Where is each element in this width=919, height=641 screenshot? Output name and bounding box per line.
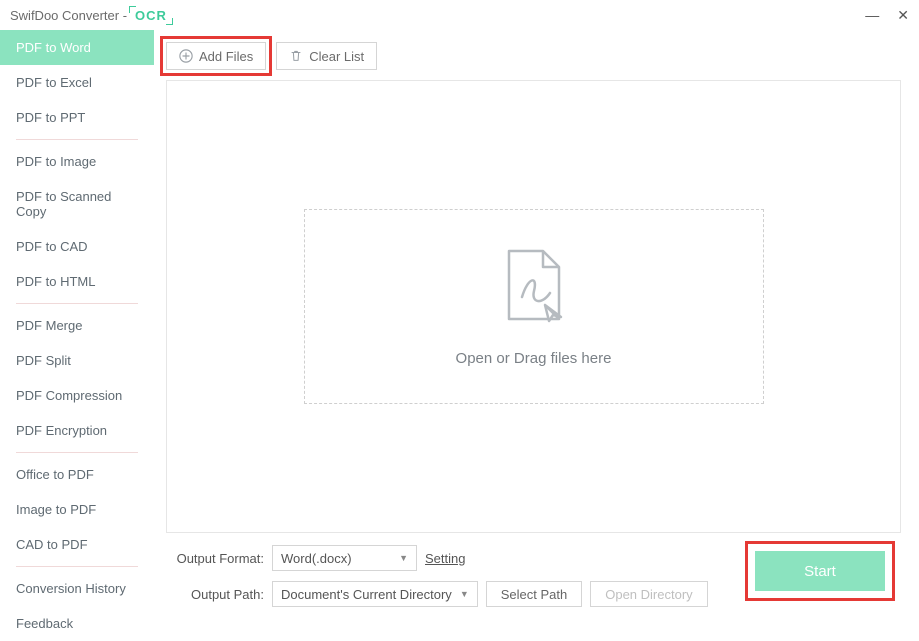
dropzone[interactable]: Open or Drag files here xyxy=(304,209,764,404)
sidebar-item-pdf-merge[interactable]: PDF Merge xyxy=(0,308,154,343)
output-format-value: Word(.docx) xyxy=(281,551,352,566)
sidebar-item-pdf-to-html[interactable]: PDF to HTML xyxy=(0,264,154,299)
highlight-add-files: Add Files xyxy=(166,42,266,70)
start-button[interactable]: Start xyxy=(755,551,885,591)
sidebar-item-image-to-pdf[interactable]: Image to PDF xyxy=(0,492,154,527)
plus-circle-icon xyxy=(179,49,193,63)
sidebar-separator xyxy=(16,452,138,453)
sidebar-item-conversion-history[interactable]: Conversion History xyxy=(0,571,154,606)
sidebar-item-pdf-to-ppt[interactable]: PDF to PPT xyxy=(0,100,154,135)
sidebar-separator xyxy=(16,139,138,140)
setting-link[interactable]: Setting xyxy=(425,551,465,566)
main-panel: Add Files Clear List xyxy=(154,30,919,619)
trash-icon xyxy=(289,49,303,63)
add-files-button[interactable]: Add Files xyxy=(166,42,266,70)
output-path-label: Output Path: xyxy=(166,587,264,602)
app-title: SwifDoo Converter - xyxy=(10,8,127,23)
sidebar-item-cad-to-pdf[interactable]: CAD to PDF xyxy=(0,527,154,562)
add-files-label: Add Files xyxy=(199,49,253,64)
output-format-select[interactable]: Word(.docx) ▼ xyxy=(272,545,417,571)
toolbar: Add Files Clear List xyxy=(166,42,901,70)
titlebar: SwifDoo Converter - OCR — ✕ xyxy=(0,0,919,30)
sidebar-separator xyxy=(16,303,138,304)
file-list-area[interactable]: Open or Drag files here xyxy=(166,80,901,533)
clear-list-button[interactable]: Clear List xyxy=(276,42,377,70)
sidebar-item-pdf-encryption[interactable]: PDF Encryption xyxy=(0,413,154,448)
ocr-badge: OCR xyxy=(131,8,171,23)
sidebar-item-pdf-to-cad[interactable]: PDF to CAD xyxy=(0,229,154,264)
sidebar-item-feedback[interactable]: Feedback xyxy=(0,606,154,641)
dropzone-text: Open or Drag files here xyxy=(456,350,612,367)
sidebar-item-pdf-to-word[interactable]: PDF to Word xyxy=(0,30,154,65)
pdf-cursor-icon xyxy=(499,247,569,332)
sidebar-separator xyxy=(16,566,138,567)
select-path-button[interactable]: Select Path xyxy=(486,581,583,607)
sidebar-item-pdf-compression[interactable]: PDF Compression xyxy=(0,378,154,413)
minimize-icon[interactable]: — xyxy=(865,8,879,22)
open-directory-button: Open Directory xyxy=(590,581,707,607)
clear-list-label: Clear List xyxy=(309,49,364,64)
sidebar: PDF to WordPDF to ExcelPDF to PPT PDF to … xyxy=(0,30,154,619)
window-controls: — ✕ xyxy=(865,8,909,22)
sidebar-item-pdf-to-image[interactable]: PDF to Image xyxy=(0,144,154,179)
output-path-value: Document's Current Directory xyxy=(281,587,452,602)
output-path-select[interactable]: Document's Current Directory ▼ xyxy=(272,581,478,607)
output-format-label: Output Format: xyxy=(166,551,264,566)
sidebar-item-office-to-pdf[interactable]: Office to PDF xyxy=(0,457,154,492)
close-icon[interactable]: ✕ xyxy=(897,8,909,22)
sidebar-item-pdf-to-scanned-copy[interactable]: PDF to Scanned Copy xyxy=(0,179,154,229)
chevron-down-icon: ▼ xyxy=(391,553,408,563)
chevron-down-icon: ▼ xyxy=(452,589,469,599)
highlight-start: Start xyxy=(755,551,885,591)
sidebar-item-pdf-split[interactable]: PDF Split xyxy=(0,343,154,378)
sidebar-item-pdf-to-excel[interactable]: PDF to Excel xyxy=(0,65,154,100)
